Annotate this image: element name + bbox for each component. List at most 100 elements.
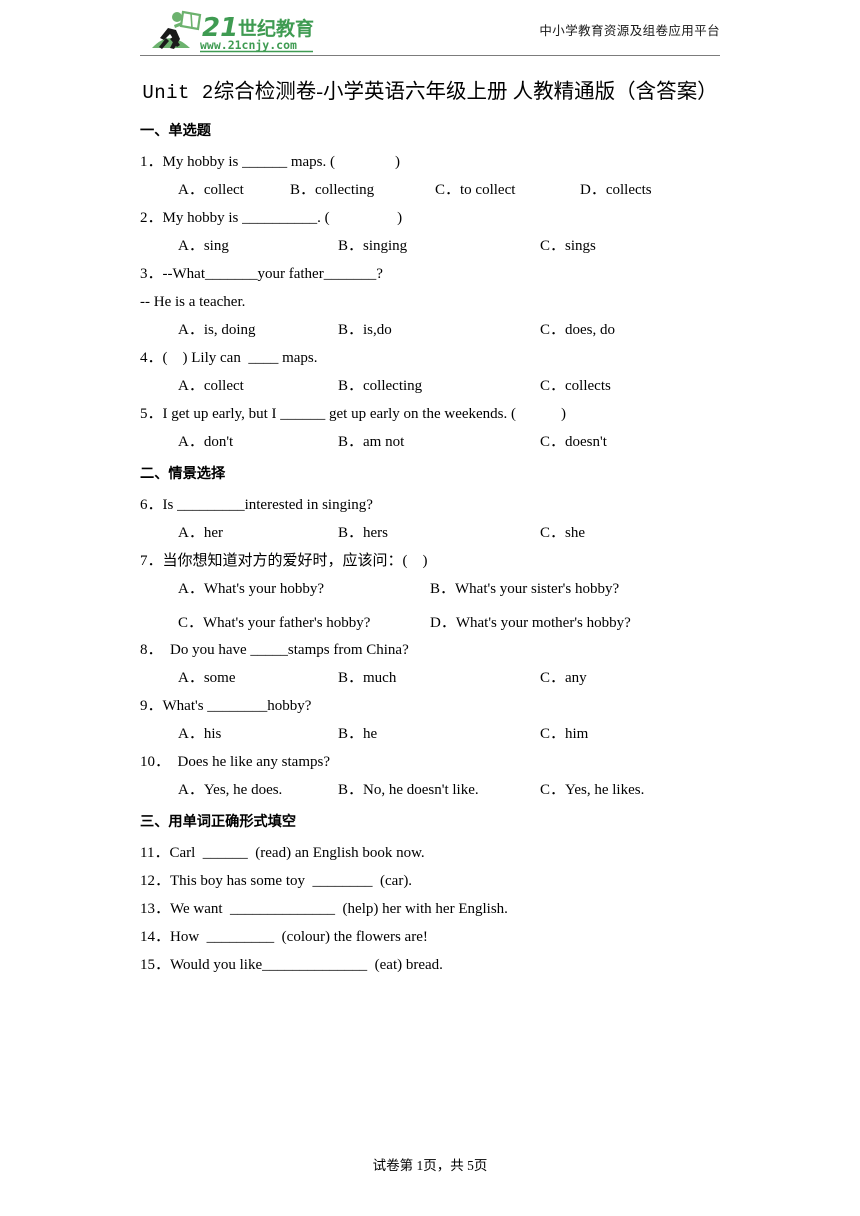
option-a[interactable]: A．her — [178, 523, 223, 544]
question-3: 3．--What_______your father_______? — [140, 258, 720, 286]
question-12: 12．This boy has some toy ________ (car). — [140, 865, 720, 893]
question-5: 5．I get up early, but I ______ get up ea… — [140, 398, 720, 426]
option-c[interactable]: C．she — [540, 523, 585, 544]
option-c[interactable]: C．sings — [540, 236, 596, 257]
option-a[interactable]: A．his — [178, 724, 221, 745]
question-7: 7．当你想知道对方的爱好时，应该问：( ) — [140, 545, 720, 573]
options-8: A．some B．much C．any — [140, 662, 720, 690]
question-number: 15． — [140, 957, 171, 973]
question-11: 11．Carl ______ (read) an English book no… — [140, 837, 720, 865]
site-logo[interactable]: 21 世纪教育 www.21cnjy.com — [150, 8, 340, 54]
option-d[interactable]: D．collects — [580, 180, 652, 201]
option-b[interactable]: B．collecting — [290, 180, 374, 201]
option-a[interactable]: A．collect — [178, 376, 244, 397]
question-4: 4．( ) Lily can ____ maps. — [140, 342, 720, 370]
option-c[interactable]: C．collects — [540, 376, 611, 397]
option-a[interactable]: A．sing — [178, 236, 229, 257]
question-10: 10． Does he like any stamps? — [140, 746, 720, 774]
page-title-chinese-1: 综合检测卷-小学英语六年级上册 人教精通版（含答 — [213, 81, 677, 103]
question-number: 12． — [140, 873, 171, 889]
option-a[interactable]: A．some — [178, 668, 236, 689]
question-number: 13． — [140, 901, 171, 917]
option-a[interactable]: A．is, doing — [178, 320, 256, 341]
svg-text:www.21cnjy.com: www.21cnjy.com — [200, 38, 297, 52]
question-8: 8． Do you have _____stamps from China? — [140, 634, 720, 662]
question-text: Would you like______________ (eat) bread… — [170, 957, 443, 973]
page-title-english: Unit 2 — [142, 82, 214, 104]
question-text: 当你想知道对方的爱好时，应该问：( ) — [162, 553, 428, 569]
option-b[interactable]: B．am not — [338, 432, 404, 453]
option-c[interactable]: C．any — [540, 668, 587, 689]
options-7: A．What's your hobby? B．What's your siste… — [140, 573, 720, 634]
svg-text:世纪教育: 世纪教育 — [238, 17, 314, 40]
option-c[interactable]: C．him — [540, 724, 588, 745]
question-6: 6．Is _________interested in singing? — [140, 489, 720, 517]
options-10: A．Yes, he does. B．No, he doesn't like. C… — [140, 774, 720, 802]
logo-icon: 21 世纪教育 www.21cnjy.com — [152, 10, 314, 53]
option-c[interactable]: C．What's your father's hobby? — [178, 613, 370, 634]
question-3-answer-line: -- He is a teacher. — [140, 294, 246, 310]
question-1: 1．My hobby is ______ maps. ( ) — [140, 146, 720, 174]
question-text: Is _________interested in singing? — [162, 497, 373, 513]
option-d[interactable]: D．What's your mother's hobby? — [430, 613, 631, 634]
option-b[interactable]: B．collecting — [338, 376, 422, 397]
page-footer: 试卷第 1页，共 5页 — [372, 1158, 488, 1173]
option-b[interactable]: B．What's your sister's hobby? — [430, 579, 619, 600]
option-b[interactable]: B．No, he doesn't like. — [338, 780, 479, 801]
question-number: 5． — [140, 406, 163, 422]
question-text: We want ______________ (help) her with h… — [170, 901, 508, 917]
option-b[interactable]: B．he — [338, 724, 377, 745]
section-heading-3: 三、用单词正确形式填空 — [140, 814, 297, 830]
document-page: 21 世纪教育 www.21cnjy.com 中小学教育资源及组卷应用平台 Un… — [0, 0, 860, 1216]
option-b[interactable]: B．hers — [338, 523, 388, 544]
option-c[interactable]: C．does, do — [540, 320, 615, 341]
options-3: A．is, doing B．is,do C．does, do — [140, 314, 720, 342]
option-b[interactable]: B．singing — [338, 236, 407, 257]
question-text: Carl ______ (read) an English book now. — [169, 845, 425, 861]
options-9: A．his B．he C．him — [140, 718, 720, 746]
option-b[interactable]: B．is,do — [338, 320, 392, 341]
question-9: 9．What's ________hobby? — [140, 690, 720, 718]
question-text: I get up early, but I ______ get up earl… — [162, 406, 567, 422]
option-c[interactable]: C．doesn't — [540, 432, 607, 453]
question-text: My hobby is __________. ( ) — [162, 210, 403, 226]
question-13: 13．We want ______________ (help) her wit… — [140, 893, 720, 921]
question-text: What's ________hobby? — [162, 698, 312, 714]
question-number: 10． — [140, 754, 171, 770]
question-number: 6． — [140, 497, 163, 513]
options-5: A．don't B．am not C．doesn't — [140, 426, 720, 454]
question-14: 14．How _________ (colour) the flowers ar… — [140, 921, 720, 949]
section-heading-2: 二、情景选择 — [140, 466, 226, 482]
question-number: 8． — [140, 642, 163, 658]
question-2: 2．My hobby is __________. ( ) — [140, 202, 720, 230]
question-text: How _________ (colour) the flowers are! — [170, 929, 428, 945]
page-content: 21 世纪教育 www.21cnjy.com 中小学教育资源及组卷应用平台 Un… — [140, 0, 720, 977]
option-c[interactable]: C．to collect — [435, 180, 515, 201]
option-b[interactable]: B．much — [338, 668, 396, 689]
option-a[interactable]: A．What's your hobby? — [178, 579, 324, 600]
site-tagline: 中小学教育资源及组卷应用平台 — [539, 23, 720, 38]
question-number: 11． — [140, 845, 170, 861]
question-text: My hobby is ______ maps. ( ) — [162, 154, 401, 170]
option-a[interactable]: A．don't — [178, 432, 233, 453]
options-1: A．collect B．collecting C．to collect D．co… — [140, 174, 720, 202]
question-text: --What_______your father_______? — [162, 266, 383, 282]
page-title: Unit 2综合检测卷-小学英语六年级上册 人教精通版（含答案） — [140, 74, 720, 111]
question-number: 9． — [140, 698, 163, 714]
question-text: ( ) Lily can ____ maps. — [162, 350, 318, 366]
question-number: 3． — [140, 266, 163, 282]
options-6: A．her B．hers C．she — [140, 517, 720, 545]
option-a[interactable]: A．Yes, he does. — [178, 780, 282, 801]
question-number: 4． — [140, 350, 163, 366]
question-number: 1． — [140, 154, 163, 170]
question-number: 14． — [140, 929, 171, 945]
question-number: 2． — [140, 210, 163, 226]
option-c[interactable]: C．Yes, he likes. — [540, 780, 644, 801]
options-2: A．sing B．singing C．sings — [140, 230, 720, 258]
section-heading-1: 一、单选题 — [140, 123, 211, 139]
option-a[interactable]: A．collect — [178, 180, 244, 201]
question-text: Does he like any stamps? — [170, 754, 330, 770]
question-text: This boy has some toy ________ (car). — [170, 873, 413, 889]
options-4: A．collect B．collecting C．collects — [140, 370, 720, 398]
question-15: 15．Would you like______________ (eat) br… — [140, 949, 720, 977]
